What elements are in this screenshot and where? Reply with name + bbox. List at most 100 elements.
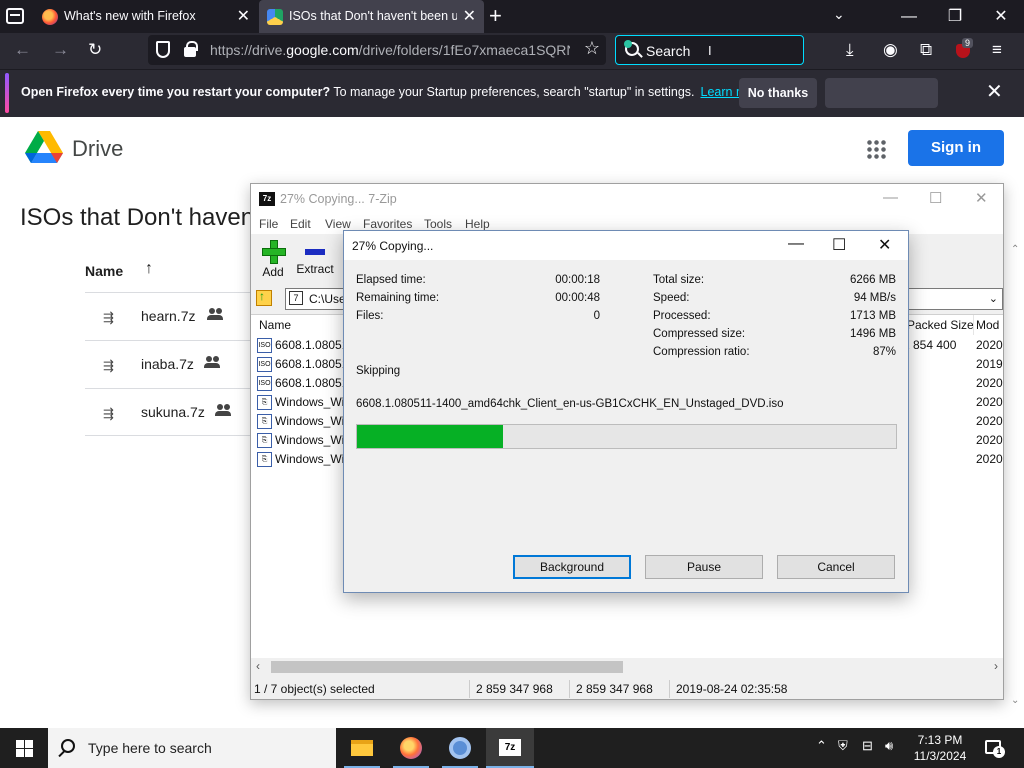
search-placeholder: Search — [646, 43, 691, 59]
scroll-right-icon[interactable]: › — [994, 659, 998, 673]
column-separator[interactable] — [973, 315, 974, 335]
lock-icon[interactable] — [184, 41, 198, 57]
minimize-window-icon[interactable]: — — [886, 0, 932, 33]
scroll-down-icon[interactable]: ⌄ — [1011, 695, 1019, 706]
column-header-packed-size[interactable]: Packed Size — [907, 315, 974, 335]
name-column-header[interactable]: Name — [85, 263, 123, 279]
menu-file[interactable]: File — [259, 217, 278, 231]
cancel-button[interactable]: Cancel — [777, 555, 895, 579]
speed-label: Speed: — [653, 292, 690, 304]
close-tab-icon[interactable]: ✕ — [463, 0, 476, 33]
tab-drive-folder[interactable]: ISOs that Don't haven't been up ✕ — [259, 0, 484, 33]
7zip-icon[interactable]: 7z — [486, 728, 534, 768]
file-name: inaba.7z — [141, 356, 194, 372]
search-input[interactable]: Search I — [615, 35, 804, 65]
menu-tools[interactable]: Tools — [424, 217, 452, 231]
restore-window-icon[interactable]: ❐ — [932, 0, 978, 33]
column-header-modified[interactable]: Mod — [976, 315, 999, 335]
minimize-icon[interactable]: — — [788, 235, 804, 253]
archive-file-icon: ⇶ — [103, 358, 114, 373]
close-tab-icon[interactable]: ✕ — [237, 0, 250, 33]
close-notification-icon[interactable]: ✕ — [986, 79, 1003, 104]
scrollbar-thumb[interactable] — [271, 661, 623, 673]
file-row-inaba[interactable]: ⇶ inaba.7z — [85, 340, 251, 388]
taskbar-clock[interactable]: 7:13 PM 11/3/2024 — [905, 732, 975, 764]
security-center-icon[interactable]: ⛨ — [838, 738, 848, 754]
sign-in-button[interactable]: Sign in — [908, 130, 1004, 166]
hamburger-menu-icon[interactable]: ≡ — [992, 40, 1002, 60]
tab-whats-new-firefox[interactable]: What's new with Firefox ✕ — [34, 0, 258, 33]
windows-taskbar: Type here to search 7z ⌃ ⛨ ⊟ 🔊︎ 7:13 PM … — [0, 728, 1024, 768]
7zip-app-icon: 7z — [259, 192, 275, 206]
close-icon[interactable]: ✕ — [878, 235, 891, 255]
row-name: Windows_Wi — [275, 452, 345, 466]
menu-favorites[interactable]: Favorites — [363, 217, 412, 231]
extract-minus-icon — [305, 249, 325, 255]
sort-ascending-icon[interactable]: ↑ — [145, 260, 153, 278]
maximize-icon[interactable]: ☐ — [929, 189, 942, 207]
google-apps-grid-icon[interactable] — [866, 139, 886, 159]
scroll-up-icon[interactable]: ⌃ — [1011, 244, 1019, 255]
minimize-icon[interactable]: — — [883, 189, 898, 206]
no-thanks-button[interactable]: No thanks — [739, 78, 817, 108]
back-arrow-icon[interactable]: ← — [14, 40, 31, 60]
list-all-tabs-icon[interactable] — [6, 8, 24, 24]
file-row-hearn[interactable]: ⇶ hearn.7z — [85, 292, 251, 340]
processed-value: 1713 MB — [849, 310, 896, 322]
url-bar[interactable]: https://drive.google.com/drive/folders/1… — [148, 35, 606, 65]
status-packed: 2 859 347 968 — [576, 682, 653, 696]
downloads-icon[interactable]: ⤓ — [846, 40, 854, 60]
reload-icon[interactable]: ↻ — [88, 40, 102, 60]
shared-people-icon — [207, 308, 223, 320]
menu-help[interactable]: Help — [465, 217, 490, 231]
row-packed-size: 2 854 400 — [903, 338, 957, 352]
close-icon[interactable]: ✕ — [975, 189, 988, 207]
row-modified: 2020 — [976, 395, 1003, 409]
row-modified: 2020 — [976, 338, 1003, 352]
chevron-down-icon[interactable]: ⌄ — [833, 6, 845, 23]
file-row-sukuna[interactable]: ⇶ sukuna.7z — [85, 388, 251, 436]
installer-file-icon: ⎘ — [257, 433, 272, 448]
7zip-title-bar[interactable]: 7z 27% Copying... 7-Zip — ☐ ✕ — [251, 184, 1003, 214]
blank-action-button[interactable] — [825, 78, 938, 108]
extensions-icon[interactable]: ⧉ — [920, 40, 932, 60]
column-header-name[interactable]: Name — [259, 315, 291, 335]
folder-up-icon[interactable] — [256, 289, 272, 306]
scroll-left-icon[interactable]: ‹ — [256, 659, 260, 673]
tray-overflow-chevron-icon[interactable]: ⌃ — [816, 738, 827, 754]
status-separator — [569, 680, 570, 698]
add-button[interactable]: Add — [251, 240, 295, 279]
progress-bar-fill — [357, 425, 503, 448]
chromium-icon[interactable] — [436, 728, 484, 768]
account-icon[interactable]: ◉ — [883, 40, 898, 60]
taskbar-search-input[interactable]: Type here to search — [48, 728, 336, 768]
close-window-icon[interactable]: ✕ — [978, 0, 1024, 33]
tracking-shield-icon[interactable] — [156, 41, 170, 58]
network-icon[interactable]: ⊟ — [862, 738, 873, 754]
url-text[interactable]: https://drive.google.com/drive/folders/1… — [210, 42, 570, 58]
menu-edit[interactable]: Edit — [290, 217, 311, 231]
dialog-title-bar[interactable]: 27% Copying... — ☐ ✕ — [344, 231, 908, 260]
row-name: Windows_Wi — [275, 395, 345, 409]
page-scrollbar[interactable]: ⌃ ⌄ — [1008, 240, 1024, 710]
extract-button[interactable]: Extract — [293, 240, 337, 276]
pause-button[interactable]: Pause — [645, 555, 763, 579]
volume-icon[interactable]: 🔊︎ — [885, 738, 893, 754]
installer-file-icon: ⎘ — [257, 414, 272, 429]
notification-center-icon[interactable]: 1 — [985, 740, 1005, 758]
file-explorer-icon[interactable] — [338, 728, 386, 768]
new-tab-plus-icon[interactable]: + — [489, 3, 502, 29]
windows-start-icon[interactable] — [0, 728, 48, 768]
firefox-icon[interactable] — [387, 728, 435, 768]
horizontal-scrollbar[interactable]: ‹ › — [251, 658, 1003, 676]
notification-message: Open Firefox every time you restart your… — [21, 85, 765, 99]
maximize-icon[interactable]: ☐ — [832, 235, 846, 255]
tab-title: What's new with Firefox — [64, 9, 196, 23]
google-drive-logo-icon[interactable] — [25, 131, 63, 165]
background-button[interactable]: Background — [513, 555, 631, 579]
bookmark-star-icon[interactable]: ☆ — [584, 38, 600, 59]
forward-arrow-icon[interactable]: → — [52, 40, 69, 60]
processed-label: Processed: — [653, 310, 711, 322]
menu-view[interactable]: View — [325, 217, 351, 231]
path-dropdown-icon[interactable]: ⌄ — [989, 292, 998, 305]
